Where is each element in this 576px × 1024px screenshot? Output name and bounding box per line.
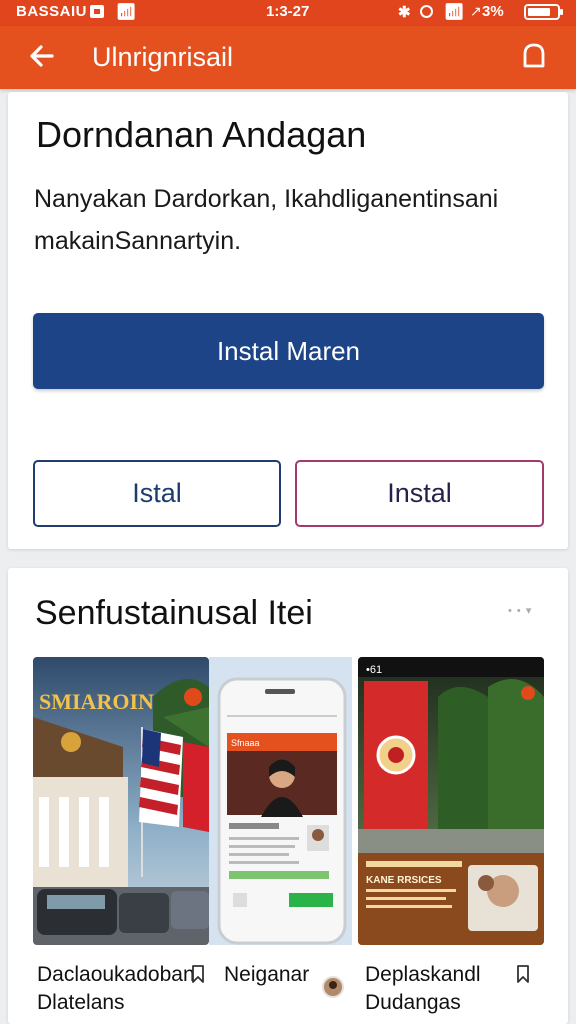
battery-icon (524, 4, 563, 20)
thumb-1-overlay: SMIAROIN (39, 689, 154, 714)
install-primary-button[interactable]: Instal Maren (33, 313, 544, 389)
intro-description: Nanyakan Dardorkan, Ikahdliganentinsani … (34, 185, 499, 255)
status-bar: BASSAIU 📶︎ 1:3-27 ✱ 📶︎ ↗ 3% (0, 0, 576, 26)
alarm-icon (420, 5, 433, 18)
status-time: 1:3-27 (266, 3, 310, 20)
bookmark-icon[interactable] (514, 964, 532, 984)
notification-icon (90, 5, 104, 18)
intro-card: Dorndanan Andagan Nanyakan Dardorkan, Ik… (8, 92, 568, 549)
battery-percent: 3% (482, 3, 504, 20)
gallery-title: Senfustainusal Itei (35, 594, 313, 632)
page-title: Ulnrignrisail (92, 42, 234, 72)
intro-heading: Dorndanan Andagan (36, 114, 367, 155)
install-right-button[interactable]: Instal (295, 460, 544, 527)
gallery-caption-1[interactable]: Daclaoukadoban Dlatelans (37, 961, 197, 1017)
bookmark-icon[interactable] (189, 964, 207, 984)
wifi-icon: 📶︎ (116, 4, 137, 21)
gallery-caption-2[interactable]: Neiganar (224, 961, 334, 989)
wifi-icon: 📶︎ (444, 4, 465, 21)
app-bar: Ulnrignrisail (0, 26, 576, 89)
gallery-card: Senfustainusal Itei • • ▾ SMIAROIN Sfnaa… (8, 568, 568, 1024)
avatar[interactable] (322, 976, 344, 998)
install-left-button[interactable]: Istal (33, 460, 281, 527)
gallery-thumb-1[interactable]: SMIAROIN (33, 657, 209, 945)
bluetooth-icon: ✱ (398, 4, 411, 21)
gallery-caption-3[interactable]: Deplaskandl Dudangas (365, 961, 515, 1017)
bell-icon[interactable] (516, 38, 552, 74)
thumb-3-overlay: KANE RRSICES (366, 875, 442, 886)
svg-text:•61: •61 (366, 664, 382, 676)
thumb-2-overlay: Sfnaaa (231, 738, 260, 748)
gallery-thumb-2[interactable]: Sfnaaa (209, 657, 352, 945)
signal-icon: ↗ (470, 3, 482, 19)
arrow-left-icon[interactable] (24, 38, 60, 74)
carrier-label: BASSAIU (16, 3, 88, 20)
chevron-down-icon[interactable]: • • ▾ (508, 604, 532, 617)
gallery-thumb-3[interactable]: •61 KANE RRSICES (358, 657, 544, 945)
